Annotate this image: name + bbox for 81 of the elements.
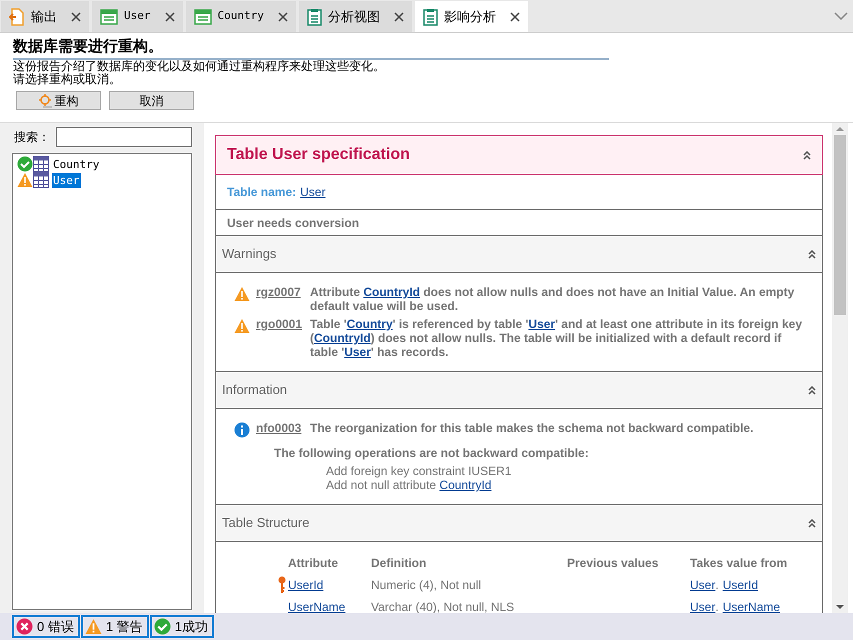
error-icon: [16, 618, 33, 635]
operations-heading: The following operations are not backward compatible:: [273, 446, 590, 460]
tree-item[interactable]: Country: [52, 156, 100, 172]
close-icon[interactable]: [164, 12, 174, 22]
link[interactable]: CountryId: [363, 285, 420, 299]
target-icon: [38, 94, 52, 108]
warning-icon: [17, 172, 33, 188]
operation-text: Add not null attribute CountryId: [326, 478, 492, 492]
link[interactable]: User: [344, 345, 371, 359]
message-code-link[interactable]: rgo0001: [256, 317, 304, 331]
report-title-bar[interactable]: Table User specification: [215, 135, 823, 175]
operation-text: Add foreign key constraint IUSER1: [326, 464, 512, 478]
tab[interactable]: 分析视图: [298, 1, 412, 32]
status-item[interactable]: 1成功: [150, 615, 214, 638]
table-name-label: Table name:: [227, 184, 296, 201]
column-header: Previous values: [567, 555, 660, 572]
chevron-down-icon[interactable]: [834, 12, 848, 20]
section-header[interactable]: Table Structure: [216, 505, 822, 542]
message-text: Attribute CountryId does not allow nulls and does not have an Initial Value. An empty default value will be used.: [310, 285, 796, 313]
status-item[interactable]: 1 警告: [80, 615, 149, 638]
warning-icon: [234, 318, 250, 334]
description-text: 请选择重构或取消。: [13, 73, 122, 86]
scrollbar-thumb[interactable]: [834, 135, 846, 315]
tab[interactable]: Country: [186, 1, 296, 32]
tab[interactable]: User: [92, 1, 182, 32]
link[interactable]: User: [528, 317, 556, 331]
check-circle-icon: [17, 156, 33, 172]
column-header: Takes value from: [690, 555, 788, 572]
scrollbar[interactable]: [832, 123, 848, 613]
collapse-icon[interactable]: [803, 150, 811, 160]
link[interactable]: CountryId: [314, 331, 371, 345]
attribute-link[interactable]: UserName: [722, 598, 780, 613]
table-grid-icon: [33, 156, 49, 172]
search-field[interactable]: [56, 127, 192, 147]
message-code-link[interactable]: rgz0007: [256, 285, 304, 299]
link[interactable]: Country: [346, 317, 393, 331]
table-link[interactable]: User: [690, 576, 716, 594]
table-name-link[interactable]: User: [300, 183, 326, 201]
collapse-icon[interactable]: [808, 250, 816, 258]
message-code-link[interactable]: nfo0003: [256, 421, 304, 435]
page-title: 数据库需要进行重构。: [13, 37, 609, 60]
action-button[interactable]: 取消: [109, 91, 194, 110]
column-header: Attribute: [288, 555, 339, 572]
sheet-icon: [100, 8, 118, 24]
search-label: 搜索：: [14, 129, 50, 146]
clipboard-icon: [306, 8, 322, 26]
separator-text: .: [715, 599, 719, 613]
close-icon[interactable]: [510, 12, 520, 22]
attribute-link[interactable]: UserId: [722, 576, 758, 594]
tree-item[interactable]: User: [52, 172, 80, 188]
column-header: Definition: [371, 555, 428, 572]
table-grid-icon: [33, 172, 49, 188]
section-header[interactable]: Information: [216, 372, 822, 409]
info-icon: [234, 422, 250, 438]
clipboard-icon: [422, 8, 438, 26]
check-circle-icon: [154, 618, 171, 635]
description-text: 这份报告介绍了数据库的变化以及如何通过重构程序来处理这些变化。: [13, 60, 386, 73]
document-arrow-icon: [9, 8, 25, 26]
table-link[interactable]: User: [690, 598, 716, 613]
close-icon[interactable]: [394, 12, 404, 22]
link[interactable]: CountryId: [439, 478, 492, 492]
status-item[interactable]: 0 错误: [12, 615, 80, 638]
collapse-icon[interactable]: [808, 386, 816, 394]
section-header[interactable]: Warnings: [216, 236, 822, 273]
attribute-link[interactable]: UserId: [288, 576, 324, 594]
message-text: Table 'Country' is referenced by table 'User' and at least one attribute in its foreign key (CountryId) does not allow nulls. The table will be initialized with a default record if table 'User' has records.: [310, 317, 803, 359]
warning-icon: [234, 286, 250, 302]
scroll-down-icon[interactable]: [836, 605, 844, 610]
collapse-icon[interactable]: [808, 518, 816, 528]
message-text: The reorganization for this table makes the schema not backward compatible.: [310, 421, 754, 435]
warning-icon: [84, 618, 102, 635]
tab[interactable]: 影响分析: [414, 1, 528, 32]
table-cell-text: Numeric (4), Not null: [371, 577, 482, 594]
attribute-link[interactable]: UserName: [288, 598, 346, 613]
tab[interactable]: 输出: [1, 1, 89, 32]
action-button[interactable]: 重构: [16, 91, 101, 110]
close-icon[interactable]: [278, 12, 288, 22]
separator-text: .: [715, 577, 719, 594]
conversion-text: User needs conversion: [227, 214, 360, 232]
close-icon[interactable]: [71, 12, 81, 22]
sheet-icon: [194, 8, 212, 24]
